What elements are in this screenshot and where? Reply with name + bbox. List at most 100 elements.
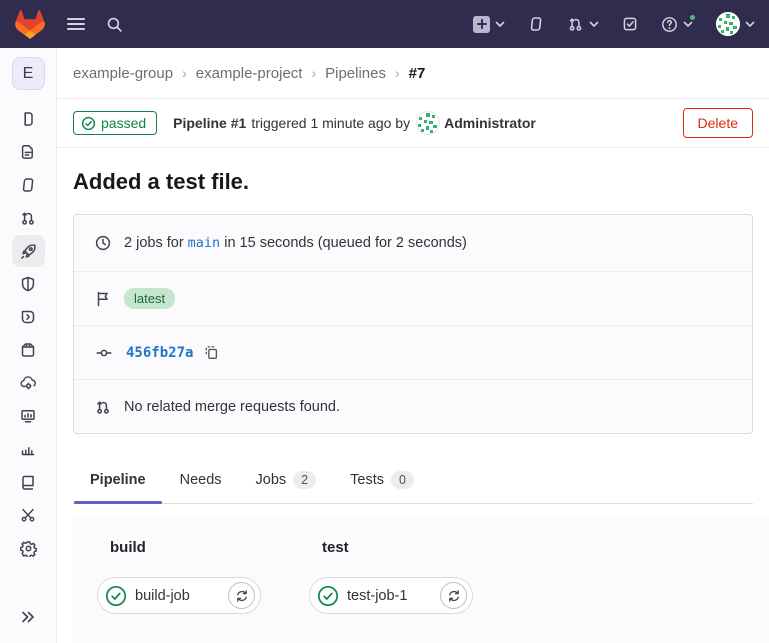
stage-test: test test-job-1	[309, 539, 473, 614]
monitor-icon	[20, 408, 36, 424]
user-menu-button[interactable]	[716, 12, 755, 36]
status-label: passed	[101, 115, 146, 131]
sidebar-item-repository[interactable]	[12, 136, 45, 168]
tab-label: Needs	[180, 472, 222, 488]
sidebar-collapse-toggle[interactable]	[12, 601, 45, 633]
merge-request-icon	[95, 399, 111, 415]
pipeline-info-card: 2 jobs for main in 15 seconds (queued fo…	[73, 214, 753, 434]
merge-requests-button[interactable]	[567, 16, 599, 32]
breadcrumb: example-group › example-project › Pipeli…	[57, 48, 769, 99]
pipeline-tabs: Pipeline Needs Jobs 2 Tests 0	[73, 460, 753, 504]
merge-request-icon	[20, 210, 36, 226]
tab-badge: 0	[391, 471, 414, 489]
chart-icon	[20, 441, 36, 457]
chevron-double-right-icon	[21, 611, 35, 623]
wiki-book-icon	[20, 474, 36, 490]
trigger-user-name[interactable]: Administrator	[444, 115, 536, 131]
sidebar-item-infrastructure[interactable]	[12, 367, 45, 399]
copy-sha-button[interactable]	[204, 345, 219, 360]
notification-dot	[689, 14, 696, 21]
issues-icon	[528, 16, 544, 32]
user-avatar	[716, 12, 740, 36]
jobs-suffix: in 15 seconds (queued for 2 seconds)	[224, 235, 467, 251]
sidebar-item-settings[interactable]	[12, 532, 45, 564]
tanuki-icon	[14, 9, 46, 39]
chevron-down-icon	[589, 21, 599, 28]
issues-button[interactable]	[528, 16, 544, 32]
breadcrumb-group-link[interactable]: example-group	[73, 65, 173, 82]
breadcrumb-pipelines-link[interactable]: Pipelines	[325, 65, 386, 82]
sidebar-item-issues[interactable]	[12, 169, 45, 201]
pipeline-graph: build build-job test test-job-1	[73, 518, 769, 643]
sidebar-item-snippets[interactable]	[12, 499, 45, 531]
main-content: example-group › example-project › Pipeli…	[57, 48, 769, 643]
clock-icon	[95, 235, 111, 251]
tab-jobs[interactable]: Jobs 2	[239, 460, 334, 503]
jobs-summary-text: 2 jobs for main in 15 seconds (queued fo…	[124, 235, 467, 251]
project-avatar[interactable]: E	[12, 57, 45, 90]
package-icon	[20, 342, 36, 358]
latest-badge-row: latest	[74, 271, 752, 325]
deploy-icon	[20, 309, 36, 325]
sidebar-nav	[12, 103, 45, 565]
tab-tests[interactable]: Tests 0	[333, 460, 431, 503]
sidebar-item-monitor[interactable]	[12, 400, 45, 432]
retry-job-button[interactable]	[440, 582, 467, 609]
sidebar-item-analytics[interactable]	[12, 433, 45, 465]
branch-ref-link[interactable]: main	[188, 235, 221, 251]
jobs-summary-row: 2 jobs for main in 15 seconds (queued fo…	[74, 215, 752, 271]
job-pill-test-job-1[interactable]: test-job-1	[309, 577, 473, 614]
search-icon	[106, 16, 123, 33]
breadcrumb-separator: ›	[395, 65, 400, 81]
breadcrumb-project-link[interactable]: example-project	[196, 65, 303, 82]
pipeline-header: passed Pipeline #1 triggered 1 minute ag…	[57, 99, 769, 148]
search-button[interactable]	[106, 16, 123, 33]
pipeline-trigger-text: Pipeline #1 triggered 1 minute ago by	[173, 115, 410, 131]
sidebar-item-merge-requests[interactable]	[12, 202, 45, 234]
retry-icon	[447, 589, 461, 603]
sidebar-item-project-information[interactable]	[12, 103, 45, 135]
copy-icon	[204, 345, 219, 360]
flag-icon	[95, 291, 111, 307]
latest-badge: latest	[124, 288, 175, 309]
cloud-gear-icon	[20, 375, 37, 391]
gitlab-logo[interactable]	[14, 9, 46, 39]
job-success-icon	[105, 585, 127, 607]
sidebar-item-deployments[interactable]	[12, 301, 45, 333]
sidebar-item-security[interactable]	[12, 268, 45, 300]
check-circle-icon	[81, 116, 96, 131]
plus-icon	[473, 16, 490, 33]
delete-button[interactable]: Delete	[683, 108, 753, 138]
new-menu-button[interactable]	[473, 16, 505, 33]
job-pill-build-job[interactable]: build-job	[97, 577, 261, 614]
sidebar-item-cicd[interactable]	[12, 235, 45, 267]
chevron-down-icon	[683, 21, 693, 28]
sidebar-item-wiki[interactable]	[12, 466, 45, 498]
tab-badge: 2	[293, 471, 316, 489]
rocket-icon	[20, 243, 37, 260]
issues-icon	[20, 177, 36, 193]
commit-sha-link[interactable]: 456fb27a	[126, 345, 193, 361]
tab-pipeline[interactable]: Pipeline	[73, 460, 163, 503]
stage-title: build	[110, 539, 261, 556]
sidebar-item-packages[interactable]	[12, 334, 45, 366]
merge-request-icon	[567, 16, 584, 32]
top-navbar	[0, 0, 769, 48]
tab-needs[interactable]: Needs	[163, 460, 239, 503]
tab-label: Jobs	[256, 472, 287, 488]
todos-button[interactable]	[622, 16, 638, 32]
tab-label: Tests	[350, 472, 384, 488]
document-icon	[20, 144, 36, 160]
commit-title: Added a test file.	[73, 169, 753, 195]
help-menu-button[interactable]	[661, 16, 693, 33]
help-icon	[661, 16, 678, 33]
trigger-user-avatar[interactable]	[416, 111, 440, 135]
commit-sha-row: 456fb27a	[74, 325, 752, 379]
no-mr-text: No related merge requests found.	[124, 399, 340, 415]
breadcrumb-separator: ›	[311, 65, 316, 81]
pipeline-number: Pipeline #1	[173, 115, 246, 131]
tab-label: Pipeline	[90, 472, 146, 488]
retry-job-button[interactable]	[228, 582, 255, 609]
hamburger-menu-button[interactable]	[67, 17, 85, 31]
related-mr-row: No related merge requests found.	[74, 379, 752, 433]
